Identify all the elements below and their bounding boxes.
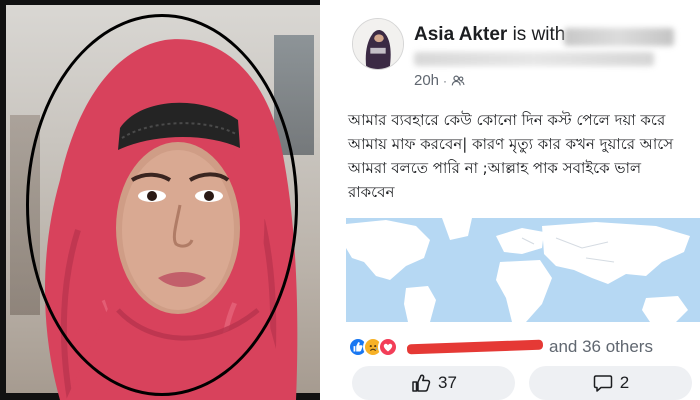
- world-map-attachment[interactable]: [346, 218, 700, 322]
- comment-icon: [593, 375, 613, 392]
- author-name[interactable]: Asia Akter: [414, 24, 507, 45]
- reaction-icons: [348, 337, 398, 357]
- post-body-text: আমার ব্যবহারে কেউ কোনো দিন কস্ট পেলে দয়…: [348, 111, 674, 201]
- thumbs-up-icon: [412, 374, 431, 392]
- reaction-others-text[interactable]: and 36 others: [549, 337, 653, 357]
- friends-icon[interactable]: [451, 74, 465, 88]
- reactions-summary[interactable]: and 36 others: [348, 334, 700, 360]
- world-map-icon: [346, 218, 700, 322]
- love-reaction-icon: [378, 337, 398, 357]
- author-avatar[interactable]: [352, 18, 404, 70]
- like-count: 37: [438, 373, 457, 392]
- subtitle-blurred: [414, 52, 654, 66]
- facebook-post-panel: Asia Akter is with 20h · আমার ব্যবহারে ক…: [326, 0, 700, 400]
- post-time[interactable]: 20h: [414, 72, 439, 89]
- like-button[interactable]: 37: [352, 366, 515, 400]
- avatar-image: [353, 19, 403, 69]
- post-actions: 37 2: [342, 366, 700, 400]
- with-text: is with: [512, 24, 566, 45]
- post-meta: 20h ·: [414, 72, 465, 89]
- comment-count: 2: [619, 373, 630, 392]
- portrait-image: [45, 39, 298, 400]
- profile-photo-panel: [0, 0, 326, 400]
- meta-separator: ·: [443, 73, 448, 88]
- reactor-names-redacted: [406, 339, 544, 355]
- tagged-name-blurred[interactable]: [564, 28, 674, 46]
- post-header: Asia Akter is with: [414, 24, 565, 46]
- facebook-post: Asia Akter is with 20h · আমার ব্যবহারে ক…: [342, 4, 700, 400]
- comment-button[interactable]: 2: [529, 366, 692, 400]
